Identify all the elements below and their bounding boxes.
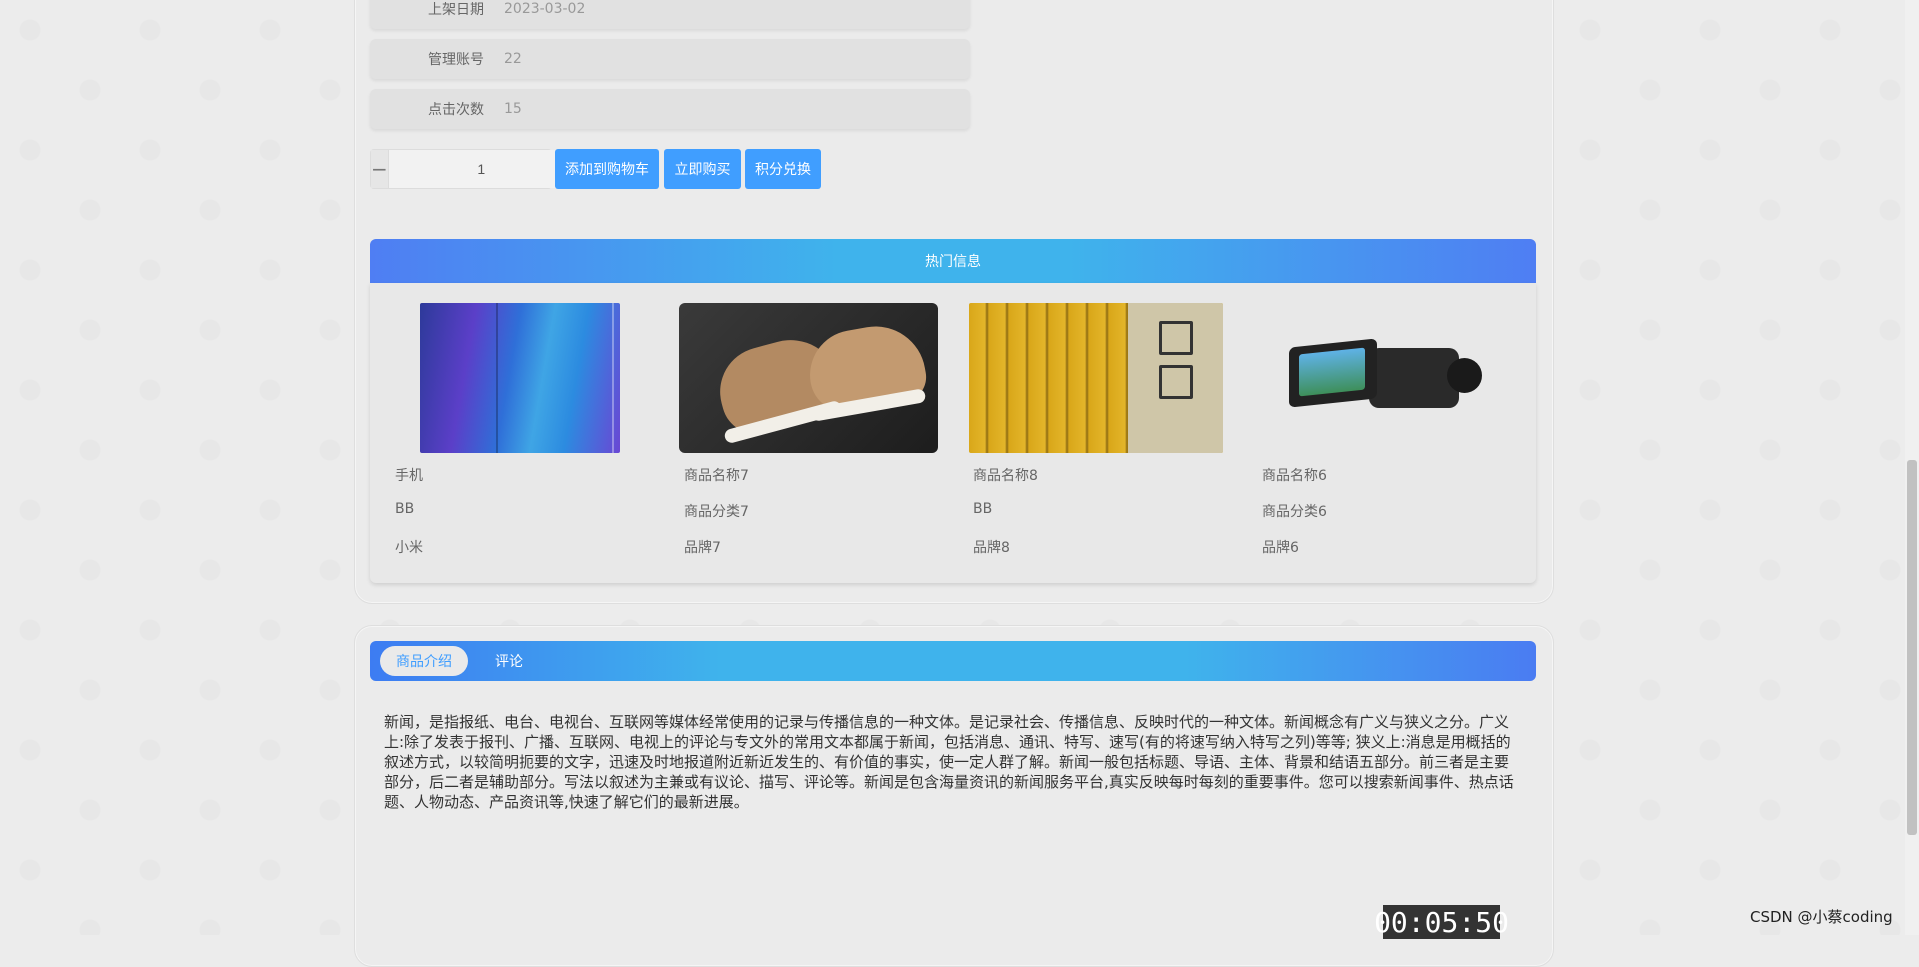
camcorder-body bbox=[1369, 348, 1459, 408]
add-to-cart-button[interactable]: 添加到购物车 bbox=[555, 149, 659, 189]
camcorder-lens bbox=[1447, 358, 1482, 393]
hot-info-panel: 手机 BB 小米 商品名称7 商品分类7 品牌7 商品名称8 BB 品牌8 商品… bbox=[370, 283, 1536, 583]
scrollbar-thumb[interactable] bbox=[1907, 460, 1917, 835]
attr-label: 管理账号 bbox=[428, 52, 484, 68]
quantity-stepper: − + bbox=[370, 149, 592, 189]
tab-product-intro[interactable]: 商品介绍 bbox=[380, 646, 468, 676]
hot-item-name: 商品名称8 bbox=[973, 468, 1038, 484]
attr-value: 22 bbox=[504, 51, 522, 67]
timer-overlay: 00:05:50 bbox=[1374, 905, 1509, 939]
quantity-input[interactable] bbox=[387, 150, 575, 188]
calligraphy-mark bbox=[1159, 365, 1193, 399]
hot-item-name: 商品名称7 bbox=[684, 468, 749, 484]
phone-edge-line bbox=[496, 303, 498, 453]
hot-item-brand: 品牌8 bbox=[973, 540, 1010, 556]
attr-row-admin-account: 管理账号 22 bbox=[370, 39, 970, 79]
attr-row-listing-date: 上架日期 2023-03-02 bbox=[370, 0, 970, 29]
camcorder-screen bbox=[1299, 347, 1365, 397]
hot-item-name: 商品名称6 bbox=[1262, 468, 1327, 484]
tab-comments[interactable]: 评论 bbox=[474, 646, 544, 676]
attr-value: 15 bbox=[504, 101, 522, 117]
attr-value: 2023-03-02 bbox=[504, 1, 586, 17]
hot-item-brand: 小米 bbox=[395, 540, 423, 556]
sneaker-image bbox=[679, 303, 938, 453]
hot-item-category: 商品分类6 bbox=[1262, 504, 1327, 520]
buy-now-button[interactable]: 立即购买 bbox=[664, 149, 741, 189]
detail-tabs: 商品介绍 评论 bbox=[370, 641, 1536, 681]
hot-item-name: 手机 bbox=[395, 468, 423, 484]
scrollbar[interactable] bbox=[1905, 0, 1919, 935]
decrease-button[interactable]: − bbox=[371, 150, 388, 188]
points-exchange-button[interactable]: 积分兑换 bbox=[745, 149, 821, 189]
hot-item-brand: 品牌6 bbox=[1262, 540, 1299, 556]
hot-item[interactable] bbox=[1259, 303, 1519, 453]
hot-item-brand: 品牌7 bbox=[684, 540, 721, 556]
hot-info-header: 热门信息 bbox=[370, 239, 1536, 283]
product-description: 新闻，是指报纸、电台、电视台、互联网等媒体经常使用的记录与传播信息的一种文体。是… bbox=[384, 713, 1514, 811]
books-image bbox=[969, 303, 1223, 453]
hot-item[interactable] bbox=[679, 303, 939, 453]
hot-item[interactable] bbox=[390, 303, 650, 453]
hot-item[interactable] bbox=[969, 303, 1229, 453]
watermark: CSDN @小蔡coding bbox=[1750, 908, 1893, 926]
hot-item-category: 商品分类7 bbox=[684, 504, 749, 520]
attr-row-click-count: 点击次数 15 bbox=[370, 89, 970, 129]
phone-edge-line bbox=[612, 303, 614, 453]
hot-info-title: 热门信息 bbox=[925, 254, 981, 270]
attr-label: 上架日期 bbox=[428, 2, 484, 18]
hot-item-category: BB bbox=[973, 501, 993, 517]
attr-label: 点击次数 bbox=[428, 102, 484, 118]
calligraphy-mark bbox=[1159, 321, 1193, 355]
hot-item-category: BB bbox=[395, 501, 415, 517]
phone-image bbox=[420, 303, 620, 453]
camcorder-image bbox=[1259, 303, 1513, 453]
